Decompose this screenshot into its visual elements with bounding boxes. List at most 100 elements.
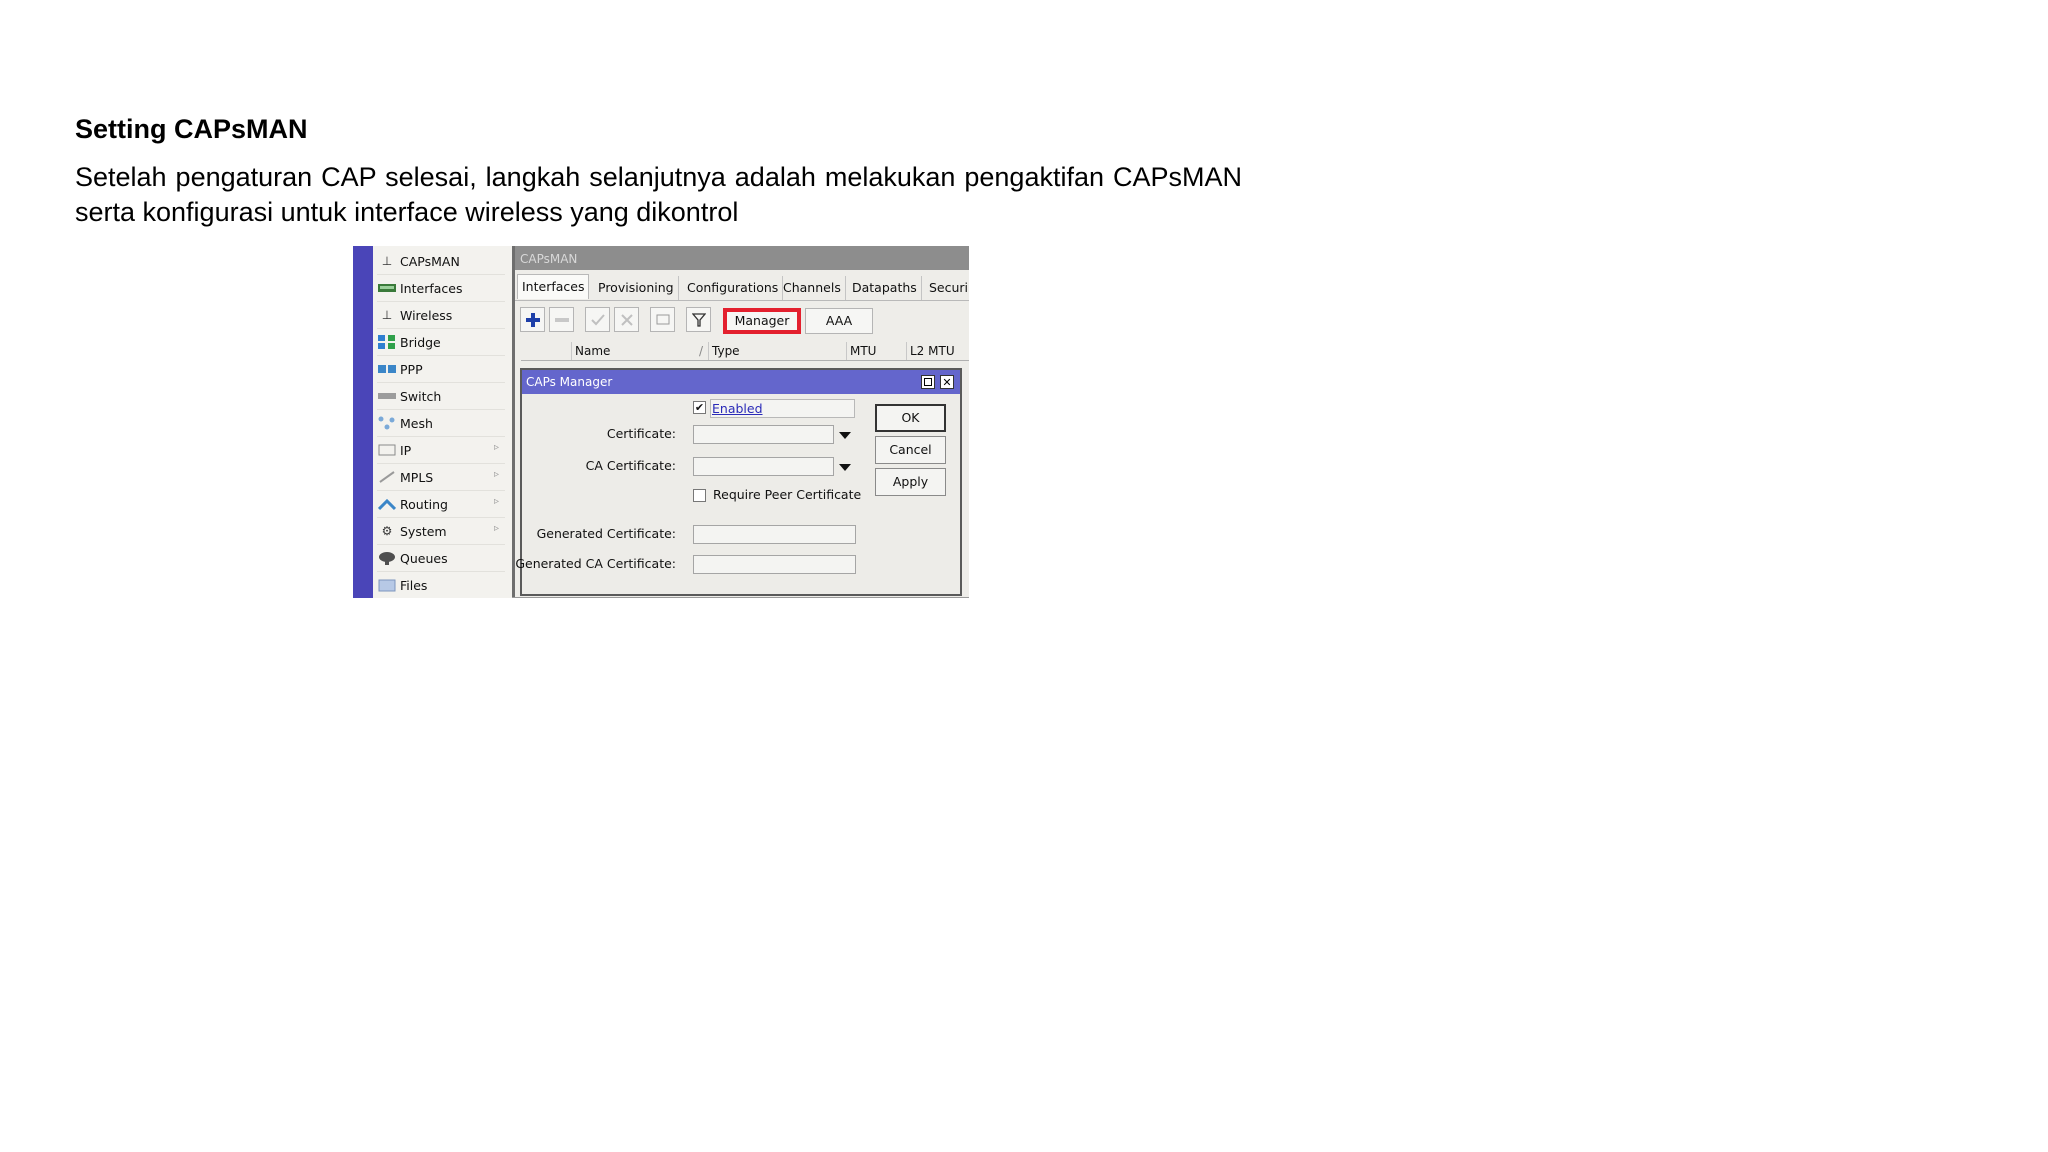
require-peer-label: Require Peer Certificate bbox=[713, 487, 862, 502]
sidebar-item-label: Switch bbox=[400, 388, 442, 404]
sort-indicator-icon: / bbox=[699, 344, 704, 358]
antenna-icon: ⊥ bbox=[381, 254, 393, 268]
disable-button[interactable] bbox=[614, 307, 639, 332]
tab-interfaces[interactable]: Interfaces bbox=[517, 274, 590, 299]
ca-certificate-select[interactable] bbox=[693, 457, 834, 476]
remove-button[interactable] bbox=[549, 307, 574, 332]
filter-icon bbox=[691, 312, 706, 327]
cross-icon bbox=[620, 313, 633, 326]
sidebar-item-label: System bbox=[400, 523, 447, 539]
sidebar-item-bridge[interactable]: Bridge bbox=[377, 329, 505, 356]
generated-ca-certificate-label: Generated CA Certificate: bbox=[515, 556, 676, 571]
sidebar-item-label: MPLS bbox=[400, 469, 434, 485]
minus-icon bbox=[554, 317, 569, 322]
sidebar-item-ppp[interactable]: PPP bbox=[377, 356, 505, 383]
caps-manager-dialog: CAPs Manager ✕ ✔ Enabled Certificate: CA… bbox=[515, 368, 962, 596]
sidebar-menu: ⊥ CAPsMAN Interfaces ⊥ Wireless Bridge P… bbox=[373, 246, 515, 598]
require-peer-checkbox[interactable] bbox=[693, 489, 706, 502]
winbox-screenshot: ⊥ CAPsMAN Interfaces ⊥ Wireless Bridge P… bbox=[353, 246, 969, 598]
sidebar-item-label: Routing bbox=[400, 496, 448, 512]
sidebar-item-mesh[interactable]: Mesh bbox=[377, 410, 505, 437]
ca-certificate-label: CA Certificate: bbox=[585, 458, 676, 473]
sidebar-item-mpls[interactable]: MPLS ▹ bbox=[377, 464, 505, 491]
section-paragraph: Setelah pengaturan CAP selesai, langkah … bbox=[75, 162, 1242, 227]
capsman-window: CAPsMAN Interfaces Provisioning Configur… bbox=[515, 246, 969, 598]
tab-bar: Interfaces Provisioning Configurations C… bbox=[515, 274, 969, 301]
enabled-checkbox[interactable]: ✔ bbox=[693, 401, 706, 414]
table-header: Name / Type MTU L2 MTU bbox=[521, 342, 969, 361]
files-folder-icon bbox=[377, 578, 397, 592]
sidebar-item-label: Mesh bbox=[400, 415, 433, 431]
mesh-icon bbox=[377, 416, 397, 430]
manager-button[interactable]: Manager bbox=[723, 308, 801, 334]
ip-icon bbox=[377, 443, 397, 457]
submenu-arrow-icon: ▹ bbox=[493, 496, 499, 507]
add-button[interactable] bbox=[520, 307, 545, 332]
submenu-arrow-icon: ▹ bbox=[493, 442, 499, 453]
sidebar-item-files[interactable]: Files bbox=[377, 572, 505, 598]
sidebar-item-label: IP bbox=[400, 442, 412, 458]
column-l2-mtu[interactable]: L2 MTU bbox=[906, 342, 955, 360]
generated-certificate-label: Generated Certificate: bbox=[536, 526, 676, 541]
enabled-label-box: Enabled bbox=[710, 399, 855, 418]
sidebar-item-system[interactable]: ⚙ System ▹ bbox=[377, 518, 505, 545]
mpls-icon bbox=[377, 470, 397, 484]
sidebar-item-routing[interactable]: Routing ▹ bbox=[377, 491, 505, 518]
sidebar-item-label: Wireless bbox=[400, 307, 453, 323]
toolbar: Manager AAA bbox=[515, 306, 969, 336]
sidebar-item-label: Queues bbox=[400, 550, 448, 566]
apply-button[interactable]: Apply bbox=[875, 468, 946, 496]
tab-datapaths[interactable]: Datapaths bbox=[848, 276, 922, 300]
certificate-label: Certificate: bbox=[606, 426, 676, 441]
bridge-icon bbox=[377, 335, 397, 349]
sidebar-vertical-bar bbox=[353, 246, 373, 598]
antenna-icon: ⊥ bbox=[381, 308, 393, 322]
switch-icon bbox=[377, 389, 397, 403]
sidebar-item-queues[interactable]: Queues bbox=[377, 545, 505, 572]
section-heading: Setting CAPsMAN bbox=[75, 114, 308, 144]
sidebar-item-label: Files bbox=[400, 577, 428, 593]
check-icon bbox=[590, 313, 605, 325]
certificate-select[interactable] bbox=[693, 425, 834, 444]
generated-certificate-field bbox=[693, 525, 856, 544]
sidebar-item-label: Bridge bbox=[400, 334, 441, 350]
system-gear-icon: ⚙ bbox=[381, 524, 393, 538]
column-mtu[interactable]: MTU bbox=[846, 342, 876, 360]
plus-icon bbox=[525, 312, 540, 327]
tab-configurations[interactable]: Configurations bbox=[683, 276, 784, 300]
comment-icon bbox=[656, 314, 669, 324]
generated-ca-certificate-field bbox=[693, 555, 856, 574]
queues-icon bbox=[377, 551, 397, 565]
filter-button[interactable] bbox=[686, 307, 711, 332]
sidebar-item-capsman[interactable]: ⊥ CAPsMAN bbox=[377, 248, 505, 275]
window-title: CAPsMAN bbox=[515, 246, 969, 270]
sidebar-item-label: PPP bbox=[400, 361, 423, 377]
ok-button[interactable]: OK bbox=[875, 404, 946, 432]
tab-security[interactable]: Securi bbox=[925, 276, 969, 300]
aaa-button[interactable]: AAA bbox=[805, 308, 873, 334]
sidebar-item-switch[interactable]: Switch bbox=[377, 383, 505, 410]
sidebar-item-ip[interactable]: IP ▹ bbox=[377, 437, 505, 464]
routing-icon bbox=[377, 497, 397, 511]
close-icon[interactable]: ✕ bbox=[940, 375, 954, 389]
tab-channels[interactable]: Channels bbox=[779, 276, 846, 300]
dialog-title: CAPs Manager bbox=[522, 370, 960, 394]
dropdown-arrow-icon[interactable] bbox=[839, 464, 851, 471]
enable-button[interactable] bbox=[585, 307, 610, 332]
tab-provisioning[interactable]: Provisioning bbox=[594, 276, 679, 300]
sidebar-item-label: CAPsMAN bbox=[400, 253, 460, 269]
submenu-arrow-icon: ▹ bbox=[493, 469, 499, 480]
column-name[interactable]: Name bbox=[571, 342, 610, 360]
column-type[interactable]: Type bbox=[708, 342, 740, 360]
dropdown-arrow-icon[interactable] bbox=[839, 432, 851, 439]
comment-button[interactable] bbox=[650, 307, 675, 332]
sidebar-item-wireless[interactable]: ⊥ Wireless bbox=[377, 302, 505, 329]
submenu-arrow-icon: ▹ bbox=[493, 523, 499, 534]
cancel-button[interactable]: Cancel bbox=[875, 436, 946, 464]
sidebar-item-label: Interfaces bbox=[400, 280, 463, 296]
interfaces-icon bbox=[377, 281, 397, 295]
sidebar-item-interfaces[interactable]: Interfaces bbox=[377, 275, 505, 302]
restore-window-icon[interactable] bbox=[921, 375, 935, 389]
ppp-icon bbox=[377, 362, 397, 376]
enabled-label: Enabled bbox=[712, 401, 763, 416]
